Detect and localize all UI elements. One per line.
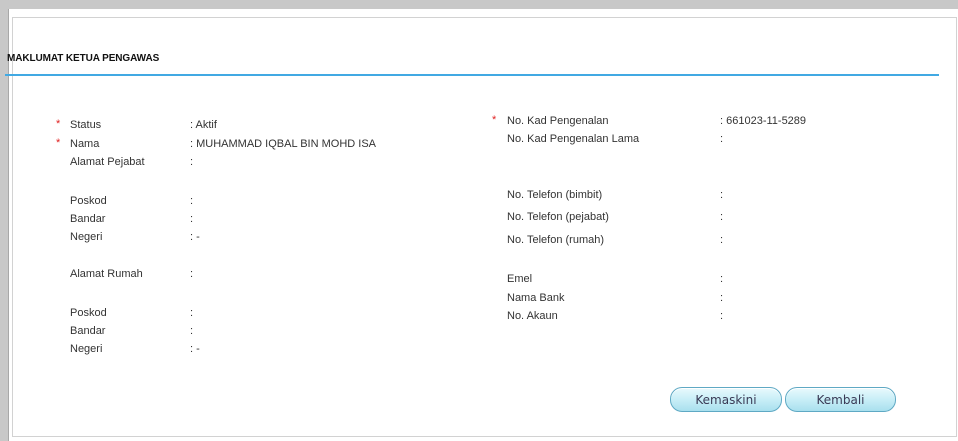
poskod-rumah-label: Poskod [70, 307, 107, 319]
no-kp-value: : 661023-11-5289 [720, 115, 807, 127]
no-akaun-label: No. Akaun [507, 310, 558, 322]
status-label: Status [70, 119, 102, 131]
tel-pejabat-label: No. Telefon (pejabat) [507, 211, 609, 223]
bandar-rumah-label: Bandar [70, 325, 106, 337]
nama-bank-value: : [720, 292, 724, 304]
emel-label: Emel [507, 273, 533, 285]
no-akaun-value: : [720, 310, 724, 322]
no-kp-lama-label: No. Kad Pengenalan Lama [507, 133, 640, 145]
required-marker: * [56, 118, 61, 130]
nama-bank-label: Nama Bank [507, 292, 565, 304]
negeri-pejabat-value: : - [190, 231, 200, 243]
no-kp-label: No. Kad Pengenalan [507, 115, 609, 127]
tel-rumah-value: : [720, 234, 724, 246]
nama-label: Nama [70, 138, 100, 150]
tel-pejabat-value: : [720, 211, 724, 223]
form-container [12, 17, 957, 437]
alamat-pejabat-value: : [190, 156, 194, 168]
poskod-pejabat-value: : [190, 195, 194, 207]
alamat-pejabat-label: Alamat Pejabat [70, 156, 145, 168]
kembali-button[interactable]: Kembali [785, 387, 896, 412]
alamat-rumah-value: : [190, 268, 194, 280]
poskod-rumah-value: : [190, 307, 194, 319]
required-marker: * [56, 137, 61, 149]
emel-value: : [720, 273, 724, 285]
nama-value: : MUHAMMAD IQBAL BIN MOHD ISA [190, 138, 377, 150]
bandar-pejabat-value: : [190, 213, 194, 225]
tel-rumah-label: No. Telefon (rumah) [507, 234, 605, 246]
no-kp-lama-value: : [720, 133, 724, 145]
bandar-pejabat-label: Bandar [70, 213, 106, 225]
status-value: : Aktif [190, 119, 217, 131]
negeri-pejabat-label: Negeri [70, 231, 103, 243]
bandar-rumah-value: : [190, 325, 194, 337]
alamat-rumah-label: Alamat Rumah [70, 268, 143, 280]
poskod-pejabat-label: Poskod [70, 195, 107, 207]
section-title: MAKLUMAT KETUA PENGAWAS [7, 53, 160, 64]
required-marker: * [492, 114, 497, 126]
section-divider [5, 74, 939, 76]
tel-bimbit-value: : [720, 189, 724, 201]
kemaskini-button[interactable]: Kemaskini [670, 387, 782, 412]
tel-bimbit-label: No. Telefon (bimbit) [507, 189, 603, 201]
negeri-rumah-label: Negeri [70, 343, 103, 355]
negeri-rumah-value: : - [190, 343, 200, 355]
